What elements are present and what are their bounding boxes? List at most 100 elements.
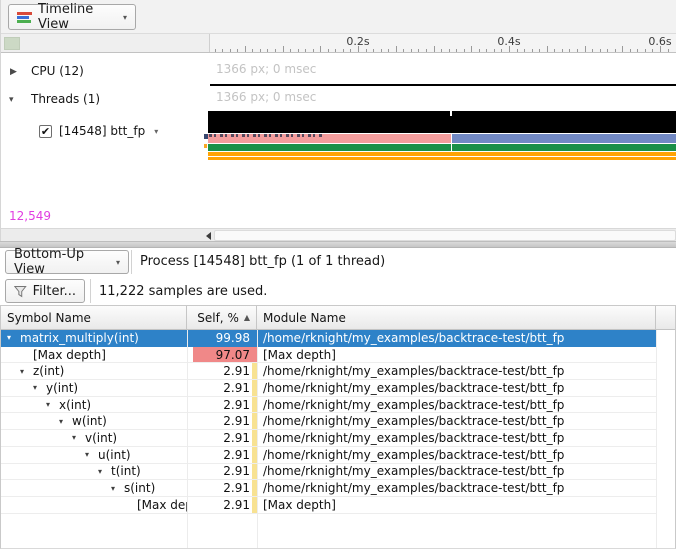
- ruler-tick: [381, 49, 382, 52]
- column-divider: [656, 330, 657, 548]
- expander-icon[interactable]: ▾: [20, 367, 33, 376]
- module-name-cell: [Max depth]: [257, 347, 656, 363]
- cpu-collapse-icon[interactable]: ▶: [10, 67, 17, 77]
- grouping-view-selector[interactable]: Bottom-Up View ▾: [5, 250, 129, 274]
- column-divider: [257, 330, 258, 548]
- symbol-cell: ▾matrix_multiply(int): [1, 330, 187, 346]
- thread-label[interactable]: [14548] btt_fp: [59, 124, 145, 138]
- symbol-name: z(int): [33, 364, 64, 378]
- frame-bar-blue[interactable]: [452, 134, 676, 143]
- timeline-ruler[interactable]: 0.2s0.4s0.6s: [1, 33, 676, 53]
- thread-row: ✔ [14548] btt_fp ▾: [39, 124, 158, 138]
- thread-activity-bar[interactable]: [208, 111, 676, 133]
- table-row[interactable]: ▾t(int)2.91/home/rknight/my_examples/bac…: [1, 464, 656, 481]
- self-percent-value: 2.91: [223, 414, 250, 428]
- table-row[interactable]: [Max depth] 97.07 [Max depth]: [1, 347, 656, 364]
- chevron-down-icon: ▾: [123, 13, 127, 22]
- symbol-name: matrix_multiply(int): [20, 331, 139, 345]
- ruler-tick: [441, 49, 442, 52]
- orange-bar-bottom[interactable]: [208, 157, 676, 161]
- ruler-tick: [283, 46, 284, 52]
- ruler-tick: [237, 49, 238, 52]
- self-percent-value: 97.07: [216, 348, 250, 362]
- ruler-tick: [464, 49, 465, 52]
- ruler-tick: [418, 49, 419, 52]
- module-name-cell: /home/rknight/my_examples/backtrace-test…: [257, 397, 656, 413]
- table-row[interactable]: ▾z(int)2.91/home/rknight/my_examples/bac…: [1, 363, 656, 380]
- module-name-cell: /home/rknight/my_examples/backtrace-test…: [257, 330, 656, 346]
- ruler-tick: [290, 49, 291, 52]
- cpu-row-label[interactable]: CPU (12): [31, 64, 84, 78]
- table-row[interactable]: ▾v(int)2.91/home/rknight/my_examples/bac…: [1, 430, 656, 447]
- ruler-tick: [471, 46, 472, 52]
- sort-ascending-icon: ▲: [244, 313, 250, 322]
- expander-icon[interactable]: ▾: [7, 333, 20, 342]
- expander-icon[interactable]: ▾: [111, 484, 124, 493]
- white-notch[interactable]: [450, 111, 452, 116]
- timeline-view-selector[interactable]: Timeline View ▾: [8, 4, 136, 30]
- ruler-tick: [275, 49, 276, 52]
- self-percent-value: 2.91: [223, 364, 250, 378]
- thread-checkbox[interactable]: ✔: [39, 125, 52, 138]
- green-bar-left[interactable]: [208, 144, 451, 151]
- ruler-tick: [600, 49, 601, 52]
- ruler-range-chip[interactable]: [4, 37, 20, 50]
- orange-bar-top[interactable]: [208, 152, 676, 156]
- ruler-tick: [668, 49, 669, 52]
- column-header-self-pct[interactable]: Self, % ▲: [187, 306, 257, 329]
- ruler-tick: [426, 49, 427, 52]
- ruler-tick: [373, 49, 374, 52]
- timeline-hscrollbar[interactable]: [1, 228, 676, 241]
- filter-button[interactable]: Filter...: [5, 279, 85, 303]
- symbol-name: [Max depth]: [33, 348, 106, 362]
- ruler-tick: [569, 49, 570, 52]
- expander-icon[interactable]: ▾: [85, 450, 98, 459]
- self-percent-cell: 2.91: [187, 447, 257, 463]
- table-row[interactable]: ▾s(int)2.91/home/rknight/my_examples/bac…: [1, 480, 656, 497]
- ruler-tick: [305, 49, 306, 52]
- frame-microtext: [209, 134, 324, 137]
- ruler-tick: [230, 49, 231, 52]
- threads-row-label[interactable]: Threads (1): [31, 92, 100, 106]
- ruler-tick: [358, 46, 359, 52]
- ruler-tick: [366, 49, 367, 52]
- chevron-down-icon: ▾: [116, 258, 120, 267]
- ruler-tick: [517, 49, 518, 52]
- self-percent-cell: 2.91: [187, 430, 257, 446]
- column-header-module-name[interactable]: Module Name: [257, 306, 656, 329]
- expander-icon[interactable]: ▾: [59, 417, 72, 426]
- marker-chip-orange[interactable]: [204, 144, 207, 148]
- ruler-tick: [343, 49, 344, 52]
- threads-expand-icon[interactable]: ▾: [9, 95, 14, 105]
- table-header: Symbol Name Self, % ▲ Module Name: [1, 306, 675, 330]
- ruler-tick: [630, 49, 631, 52]
- cpu-activity-line[interactable]: [210, 84, 676, 86]
- table-row[interactable]: ▾u(int)2.91/home/rknight/my_examples/bac…: [1, 447, 656, 464]
- module-name-cell: /home/rknight/my_examples/backtrace-test…: [257, 480, 656, 496]
- expander-icon[interactable]: ▾: [98, 467, 111, 476]
- timeline-view-label: Timeline View: [38, 2, 117, 32]
- green-bar-right[interactable]: [452, 144, 676, 151]
- table-row[interactable]: ▾y(int)2.91/home/rknight/my_examples/bac…: [1, 380, 656, 397]
- thread-dropdown-icon[interactable]: ▾: [154, 127, 158, 136]
- ruler-tick: [320, 46, 321, 52]
- self-percent-value: 2.91: [223, 381, 250, 395]
- ruler-corner: [1, 34, 210, 52]
- ruler-tick: [501, 49, 502, 52]
- ruler-tick: [350, 49, 351, 52]
- table-row[interactable]: [Max depth]2.91[Max depth]: [1, 497, 656, 514]
- expander-icon[interactable]: ▾: [46, 400, 59, 409]
- scrollbar-thumb[interactable]: [214, 230, 676, 241]
- ruler-tick: [456, 49, 457, 52]
- table-row[interactable]: ▾matrix_multiply(int)99.98/home/rknight/…: [1, 330, 656, 347]
- expander-icon[interactable]: ▾: [72, 433, 85, 442]
- threads-placeholder-text: 1366 px; 0 msec: [216, 90, 316, 104]
- self-percent-value: 2.91: [223, 398, 250, 412]
- ruler-tick: [403, 49, 404, 52]
- expander-icon[interactable]: ▾: [33, 383, 46, 392]
- table-row[interactable]: ▾w(int)2.91/home/rknight/my_examples/bac…: [1, 413, 656, 430]
- module-name-cell: /home/rknight/my_examples/backtrace-test…: [257, 413, 656, 429]
- ruler-tick: [509, 46, 510, 52]
- column-header-symbol-name[interactable]: Symbol Name: [1, 306, 187, 329]
- table-row[interactable]: ▾x(int)2.91/home/rknight/my_examples/bac…: [1, 397, 656, 414]
